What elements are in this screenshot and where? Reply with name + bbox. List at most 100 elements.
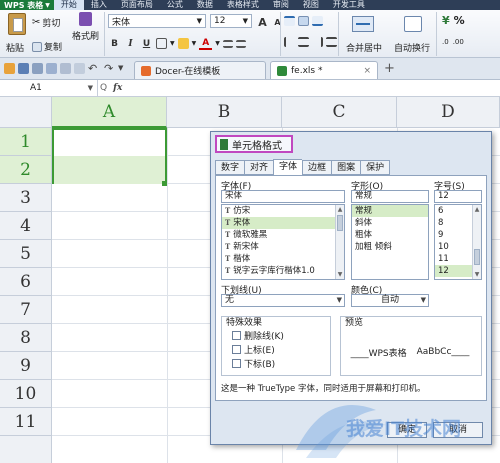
list-item[interactable]: T 仿宋: [222, 205, 344, 217]
fill-color-icon[interactable]: [177, 38, 189, 49]
strikethrough-checkbox[interactable]: 删除线(K): [232, 329, 284, 342]
wrap-text-button[interactable]: 自动换行: [394, 41, 430, 54]
font-style-input[interactable]: 常规: [351, 190, 429, 203]
column-header-b[interactable]: B: [167, 97, 282, 128]
row-header-9[interactable]: 9: [0, 352, 52, 380]
size-list-scrollbar[interactable]: ▲ ▼: [472, 205, 481, 279]
quick-icon-2[interactable]: [74, 63, 85, 74]
row-header-4[interactable]: 4: [0, 212, 52, 240]
row-header-1[interactable]: 1: [0, 128, 52, 156]
percent-button[interactable]: %: [454, 14, 465, 27]
chevron-down-icon[interactable]: ▼: [88, 80, 93, 96]
ok-button[interactable]: 确定: [387, 422, 427, 438]
select-all-corner[interactable]: [0, 97, 52, 128]
tab-alignment[interactable]: 对齐: [244, 160, 274, 175]
doc-tab-fe[interactable]: fe.xls * ×: [270, 61, 378, 79]
row-header-5[interactable]: 5: [0, 240, 52, 268]
row-header-8[interactable]: 8: [0, 324, 52, 352]
menu-tab-view[interactable]: 视图: [296, 0, 326, 10]
zoom-icon[interactable]: Q: [100, 83, 107, 93]
column-header-a[interactable]: A: [52, 97, 167, 128]
scroll-up-icon[interactable]: ▲: [473, 205, 481, 214]
bold-button[interactable]: B: [108, 37, 121, 50]
font-size-select[interactable]: 12 ▼: [210, 14, 252, 28]
row-header-11[interactable]: 11: [0, 408, 52, 436]
menu-tab-review[interactable]: 审阅: [266, 0, 296, 10]
scroll-down-icon[interactable]: ▼: [473, 270, 481, 279]
list-item[interactable]: 常规: [352, 205, 428, 217]
save-icon[interactable]: [18, 63, 29, 74]
list-item[interactable]: 斜体: [352, 217, 428, 229]
row-header-3[interactable]: 3: [0, 184, 52, 212]
align-top-icon[interactable]: [284, 16, 295, 26]
print-preview-icon[interactable]: [46, 63, 57, 74]
redo-icon[interactable]: ↷: [104, 62, 113, 75]
fx-icon[interactable]: fx: [113, 83, 122, 93]
tab-protection[interactable]: 保护: [360, 160, 391, 175]
currency-icon[interactable]: ¥: [442, 14, 450, 27]
undo-icon[interactable]: ↶: [88, 62, 97, 75]
list-item[interactable]: T 新宋体: [222, 241, 344, 253]
menu-tab-insert[interactable]: 插入: [84, 0, 114, 10]
scroll-thumb[interactable]: [474, 249, 480, 265]
paste-icon[interactable]: [8, 13, 26, 35]
list-item[interactable]: 粗体: [352, 229, 428, 241]
list-item[interactable]: T 锐字云字库行楷体1.0: [222, 265, 344, 277]
decrease-decimal-icon[interactable]: .00: [453, 38, 464, 46]
merge-center-icon[interactable]: [352, 16, 374, 32]
row-header-10[interactable]: 10: [0, 380, 52, 408]
fill-handle[interactable]: [162, 181, 167, 186]
list-item[interactable]: T 微软雅黑: [222, 229, 344, 241]
new-tab-button[interactable]: +: [384, 61, 395, 76]
italic-button[interactable]: I: [124, 37, 137, 50]
format-painter-button[interactable]: 格式刷: [72, 12, 99, 42]
list-item[interactable]: T 宋体: [222, 217, 344, 229]
grow-font-button[interactable]: A: [256, 16, 269, 29]
row-header-6[interactable]: 6: [0, 268, 52, 296]
menu-tab-home[interactable]: 开始: [53, 0, 84, 10]
quick-icon[interactable]: [60, 63, 71, 74]
tab-font[interactable]: 字体: [273, 159, 303, 175]
chevron-down-icon[interactable]: ▼: [170, 40, 175, 47]
name-box[interactable]: A1 ▼: [0, 80, 98, 96]
chevron-down-icon[interactable]: ▼: [215, 40, 220, 47]
align-center-icon[interactable]: [298, 37, 309, 47]
tab-number[interactable]: 数字: [215, 160, 245, 175]
row-header-12[interactable]: [0, 436, 52, 463]
merge-center-button[interactable]: 合并居中: [346, 41, 382, 54]
wrap-text-icon[interactable]: [404, 16, 422, 32]
align-right-icon[interactable]: [312, 37, 323, 47]
superscript-checkbox[interactable]: 上标(E): [232, 343, 275, 356]
cancel-button[interactable]: 取消: [433, 422, 483, 438]
font-name-select[interactable]: 宋体 ▼: [108, 14, 206, 28]
row-header-7[interactable]: 7: [0, 296, 52, 324]
paste-button[interactable]: 粘贴: [6, 41, 24, 54]
list-item[interactable]: 加粗 倾斜: [352, 241, 428, 253]
tab-border[interactable]: 边框: [302, 160, 332, 175]
doc-tab-docer[interactable]: Docer-在线模板: [134, 61, 266, 79]
copy-button[interactable]: 复制: [32, 40, 62, 53]
outdent-icon[interactable]: [235, 39, 246, 48]
scroll-up-icon[interactable]: ▲: [336, 205, 344, 214]
shrink-font-button[interactable]: A: [271, 16, 284, 29]
print-icon[interactable]: [32, 63, 43, 74]
list-item[interactable]: T 楷体: [222, 253, 344, 265]
row-header-2[interactable]: 2: [0, 156, 52, 184]
font-size-list[interactable]: 6 8 9 10 11 12 ▲ ▼: [434, 204, 482, 280]
indent-icon[interactable]: [222, 39, 233, 48]
font-name-input[interactable]: 宋体: [221, 190, 345, 203]
underline-button[interactable]: U: [140, 37, 153, 50]
menu-tab-formulas[interactable]: 公式: [160, 0, 190, 10]
underline-select[interactable]: 无 ▼: [221, 294, 345, 307]
chevron-down-icon[interactable]: ▼: [192, 40, 197, 47]
menu-tab-developer[interactable]: 开发工具: [326, 0, 372, 10]
font-style-list[interactable]: 常规 斜体 粗体 加粗 倾斜: [351, 204, 429, 280]
align-middle-icon[interactable]: [298, 16, 309, 26]
selected-range-a1-a2[interactable]: [52, 128, 167, 184]
align-left-icon[interactable]: [284, 37, 295, 47]
justify-icon[interactable]: [326, 37, 337, 47]
align-bottom-icon[interactable]: [312, 16, 323, 26]
column-header-d[interactable]: D: [397, 97, 500, 128]
cut-button[interactable]: ✂ 剪切: [32, 16, 60, 29]
column-header-c[interactable]: C: [282, 97, 397, 128]
